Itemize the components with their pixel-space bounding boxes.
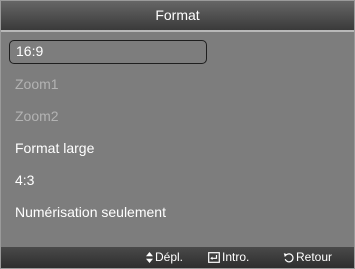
enter-hint: Intro. <box>208 247 249 268</box>
option-zoom2: Zoom2 <box>15 108 59 124</box>
move-hint-label: Dépl. <box>155 250 184 264</box>
enter-icon <box>208 252 220 264</box>
up-down-arrows-icon <box>146 252 153 264</box>
return-icon <box>283 252 294 263</box>
option-format-large[interactable]: Format large <box>9 136 94 160</box>
option-numerisation-seulement[interactable]: Numérisation seulement <box>9 200 166 224</box>
option-zoom1: Zoom1 <box>15 76 59 92</box>
return-hint-label: Retour <box>296 250 333 264</box>
menu-title: Format <box>1 1 354 30</box>
footer-hints: Dépl. Intro. Retour <box>1 247 354 268</box>
format-osd-menu: Format 16:9 Zoom1 Zoom2 Format large 4:3… <box>0 0 355 269</box>
return-hint: Retour <box>283 247 332 268</box>
option-16-9[interactable]: 16:9 <box>9 40 207 64</box>
format-options-list: 16:9 Zoom1 Zoom2 Format large 4:3 Numéri… <box>1 32 354 247</box>
move-hint: Dépl. <box>146 247 183 268</box>
option-4-3[interactable]: 4:3 <box>9 168 34 192</box>
enter-hint-label: Intro. <box>222 250 250 264</box>
